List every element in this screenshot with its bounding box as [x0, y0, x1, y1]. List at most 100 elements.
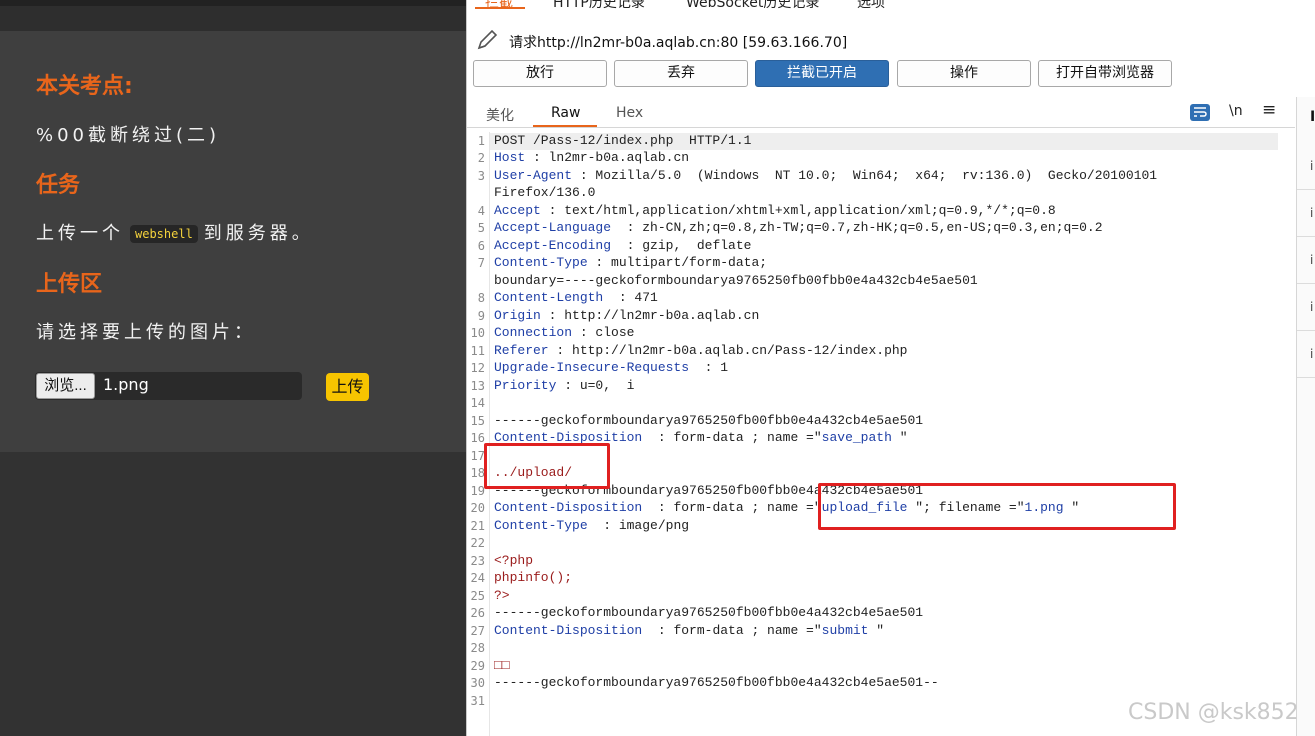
save-path-highlight-box — [484, 443, 610, 489]
open-browser-button[interactable]: 打开自带浏览器 — [1038, 60, 1172, 87]
file-input[interactable]: 浏览... 1.png — [35, 372, 302, 400]
header-accept-language: Accept-Language : zh-CN,zh;q=0.8,zh-TW;q… — [494, 220, 1103, 235]
header-user-agent: User-Agent : Mozilla/5.0 (Windows NT 10.… — [494, 168, 1157, 183]
header-key: Accept-Encoding — [494, 238, 612, 253]
line-number: 2 — [477, 151, 485, 165]
line-number: 31 — [470, 694, 485, 708]
line-number: 13 — [470, 379, 485, 393]
header-host: Host : ln2mr-b0a.aqlab.cn — [494, 150, 689, 165]
newline-toggle-icon[interactable]: \n — [1229, 103, 1243, 119]
line-number: 18 — [470, 466, 485, 480]
header-value: : multipart/form-data; — [587, 255, 768, 270]
tab-pretty[interactable]: 美化 — [486, 105, 514, 125]
tab-intercept[interactable]: 拦截 — [485, 0, 513, 12]
header-content-type-wrap: boundary=----geckoformboundarya9765250fb… — [494, 273, 978, 288]
boundary-line: ------geckoformboundarya9765250fb00fbb0e… — [494, 413, 924, 428]
header-value: : ln2mr-b0a.aqlab.cn — [525, 150, 690, 165]
tab-websocket-history[interactable]: WebSocket历史记录 — [686, 0, 819, 12]
inspector-item[interactable]: i — [1297, 237, 1315, 284]
inspector-sidebar: I i i i i i — [1296, 97, 1315, 736]
raw-request-editor[interactable]: 1 2 3 4 5 6 7 8 9 10 11 12 13 14 15 16 1… — [467, 132, 1295, 736]
tab-hex[interactable]: Hex — [616, 105, 643, 121]
line-number: 28 — [470, 641, 485, 655]
inspector-item[interactable]: i — [1297, 143, 1315, 190]
drop-button[interactable]: 丢弃 — [614, 60, 748, 87]
header-value: : form-data ; name =" — [642, 430, 822, 445]
header-value: : http://ln2mr-b0a.aqlab.cn/Pass-12/inde… — [548, 343, 908, 358]
request-line: POST /Pass-12/index.php HTTP/1.1 — [494, 133, 752, 148]
request-line-text: 请求http://ln2mr-b0a.aqlab.cn:80 [59.63.16… — [509, 35, 848, 51]
intercept-toggle-button[interactable]: 拦截已开启 — [755, 60, 889, 87]
header-user-agent-wrap: Firefox/136.0 — [494, 185, 596, 200]
header-key: Host — [494, 150, 526, 165]
line-number: 6 — [477, 239, 485, 253]
header-referer: Referer : http://ln2mr-b0a.aqlab.cn/Pass… — [494, 343, 907, 358]
header-value: : close — [572, 325, 635, 340]
header-key: User-Agent — [494, 168, 573, 183]
upload-button[interactable]: 上传 — [326, 373, 369, 401]
forward-button[interactable]: 放行 — [473, 60, 607, 87]
csdn-watermark: CSDN @ksk852 — [1128, 700, 1299, 725]
line-number: 5 — [477, 221, 485, 235]
selected-file-name: 1.png — [103, 375, 149, 394]
inspector-item-label: i — [1310, 253, 1314, 267]
header-key: Content-Length — [494, 290, 604, 305]
browse-button[interactable]: 浏览... — [36, 373, 95, 399]
line-number: 3 — [477, 169, 485, 183]
header-key: Content-Type — [494, 255, 588, 270]
inspector-item[interactable]: i — [1297, 331, 1315, 378]
header-accept-encoding: Accept-Encoding : gzip, deflate — [494, 238, 751, 253]
header-value: : u=0, i — [556, 378, 635, 393]
header-value: : http://ln2mr-b0a.aqlab.cn — [540, 308, 760, 323]
menu-icon[interactable]: ≡ — [1262, 100, 1276, 120]
word-wrap-icon[interactable] — [1190, 104, 1210, 121]
header-priority: Priority : u=0, i — [494, 378, 634, 393]
line-number: 7 — [477, 256, 485, 270]
proxy-top-tabs: 拦截 HTTP历史记录 WebSocket历史记录 选项 — [467, 0, 1315, 14]
header-value: : zh-CN,zh;q=0.8,zh-TW;q=0.7,zh-HK;q=0.5… — [611, 220, 1103, 235]
inspector-item[interactable]: i — [1297, 284, 1315, 331]
upload-file-highlight-box — [818, 483, 1176, 530]
boundary-line: ------geckoformboundarya9765250fb00fbb0e… — [494, 605, 924, 620]
line-number: 12 — [470, 361, 485, 375]
inspector-item-label: i — [1310, 300, 1314, 314]
header-value: : image/png — [587, 518, 690, 533]
line-number: 16 — [470, 431, 485, 445]
field-name: submit — [821, 623, 869, 638]
header-content-length: Content-Length : 471 — [494, 290, 658, 305]
upload-heading: 上传区 — [36, 272, 103, 297]
header-key: Origin — [494, 308, 541, 323]
line-number: 23 — [470, 554, 485, 568]
inspector-item-label: i — [1310, 347, 1314, 361]
header-key: Referer — [494, 343, 549, 358]
part-content-type: Content-Type : image/png — [494, 518, 689, 533]
line-number-gutter: 1 2 3 4 5 6 7 8 9 10 11 12 13 14 15 16 1… — [467, 132, 490, 736]
tab-options[interactable]: 选项 — [857, 0, 885, 12]
header-value: : 1 — [689, 360, 729, 375]
tab-raw[interactable]: Raw — [551, 105, 580, 121]
line-number: 15 — [470, 414, 485, 428]
line-number: 20 — [470, 501, 485, 515]
line-number: 10 — [470, 326, 485, 340]
tab-http-history[interactable]: HTTP历史记录 — [553, 0, 645, 12]
header-key: Accept — [494, 203, 541, 218]
header-connection: Connection : close — [494, 325, 634, 340]
quote: " — [868, 623, 885, 638]
tab-intercept-underline — [475, 7, 525, 9]
pencil-icon[interactable] — [475, 28, 499, 52]
header-key: Content-Type — [494, 518, 588, 533]
line-number: 30 — [470, 676, 485, 690]
action-button[interactable]: 操作 — [897, 60, 1031, 87]
inspector-item[interactable]: i — [1297, 190, 1315, 237]
boundary-end-line: ------geckoformboundarya9765250fb00fbb0e… — [494, 675, 939, 690]
header-value: : form-data ; name =" — [642, 623, 822, 638]
line-number: 11 — [470, 344, 485, 358]
task-text: 上传一个 webshell 到服务器。 — [36, 219, 314, 245]
page-top-strip — [0, 6, 466, 31]
message-view-tabs: 美化 Raw Hex \n ≡ — [467, 97, 1295, 128]
points-heading: 本关考点: — [36, 74, 133, 99]
line-number: 8 — [477, 291, 485, 305]
header-value: : Mozilla/5.0 (Windows NT 10.0; Win64; x… — [572, 168, 1158, 183]
inspector-item-label: i — [1310, 206, 1314, 220]
task-text-after: 到服务器。 — [203, 223, 314, 244]
